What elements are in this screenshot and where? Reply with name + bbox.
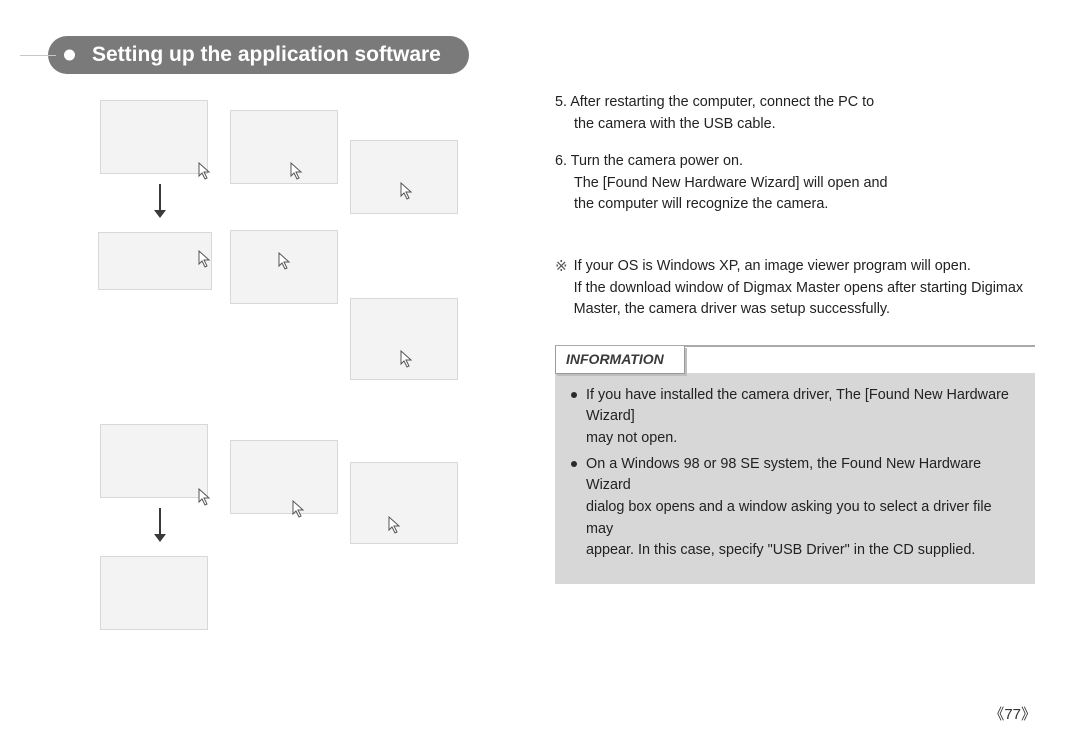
note-text: If your OS is Windows XP, an image viewe… <box>574 256 1035 321</box>
screenshot-placeholder <box>350 462 458 544</box>
note-line: If your OS is Windows XP, an image viewe… <box>574 256 1035 278</box>
information-body: If you have installed the camera driver,… <box>555 373 1035 584</box>
screenshot-placeholder <box>350 140 458 214</box>
section-header: Setting up the application software <box>48 36 469 74</box>
info-bullet: On a Windows 98 or 98 SE system, the Fou… <box>571 454 1019 562</box>
step-5: 5. After restarting the computer, connec… <box>555 92 1035 135</box>
cursor-icon <box>198 250 212 268</box>
page-number: 《77》 <box>989 703 1036 724</box>
note-line: Master, the camera driver was setup succ… <box>574 299 1035 321</box>
screenshot-placeholder <box>100 100 208 174</box>
header-dot <box>64 50 75 61</box>
header-tail-line <box>20 55 56 56</box>
info-line: dialog box opens and a window asking you… <box>586 499 992 537</box>
left-illustration-column <box>100 100 500 620</box>
info-line: appear. In this case, specify "USB Drive… <box>586 542 975 558</box>
screenshot-placeholder <box>100 556 208 630</box>
screenshot-placeholder <box>230 440 338 514</box>
bullet-dot-icon <box>571 392 577 398</box>
info-bullet: If you have installed the camera driver,… <box>571 385 1019 450</box>
information-box: INFORMATION If you have installed the ca… <box>555 345 1035 584</box>
page-title: Setting up the application software <box>92 43 441 67</box>
cursor-icon <box>278 252 292 270</box>
information-tab-label: INFORMATION <box>555 346 685 374</box>
screenshot-placeholder <box>100 424 208 498</box>
arrow-down-icon <box>154 184 166 218</box>
cursor-icon <box>198 488 212 506</box>
step-text-line: 6. Turn the camera power on. <box>555 151 1035 173</box>
screenshot-placeholder <box>98 232 212 290</box>
cursor-icon <box>292 500 306 518</box>
note-line: If the download window of Digmax Master … <box>574 278 1035 300</box>
cursor-icon <box>290 162 304 180</box>
step-text-line: 5. After restarting the computer, connec… <box>555 92 1035 114</box>
note-symbol-icon: ※ <box>555 256 568 321</box>
step-text-line: The [Found New Hardware Wizard] will ope… <box>574 173 1035 195</box>
info-line: If you have installed the camera driver,… <box>586 387 1009 425</box>
info-line: On a Windows 98 or 98 SE system, the Fou… <box>586 456 981 494</box>
cursor-icon <box>400 182 414 200</box>
cursor-icon <box>400 350 414 368</box>
bullet-dot-icon <box>571 461 577 467</box>
arrow-down-icon <box>154 508 166 542</box>
step-text-line: the camera with the USB cable. <box>574 114 1035 136</box>
note-block: ※ If your OS is Windows XP, an image vie… <box>555 256 1035 321</box>
page: Setting up the application software <box>0 0 1080 746</box>
step-text-line: the computer will recognize the camera. <box>574 194 1035 216</box>
right-text-column: 5. After restarting the computer, connec… <box>555 92 1035 584</box>
screenshot-placeholder <box>230 110 338 184</box>
info-line: may not open. <box>586 430 677 446</box>
cursor-icon <box>388 516 402 534</box>
step-6: 6. Turn the camera power on. The [Found … <box>555 151 1035 216</box>
cursor-icon <box>198 162 212 180</box>
